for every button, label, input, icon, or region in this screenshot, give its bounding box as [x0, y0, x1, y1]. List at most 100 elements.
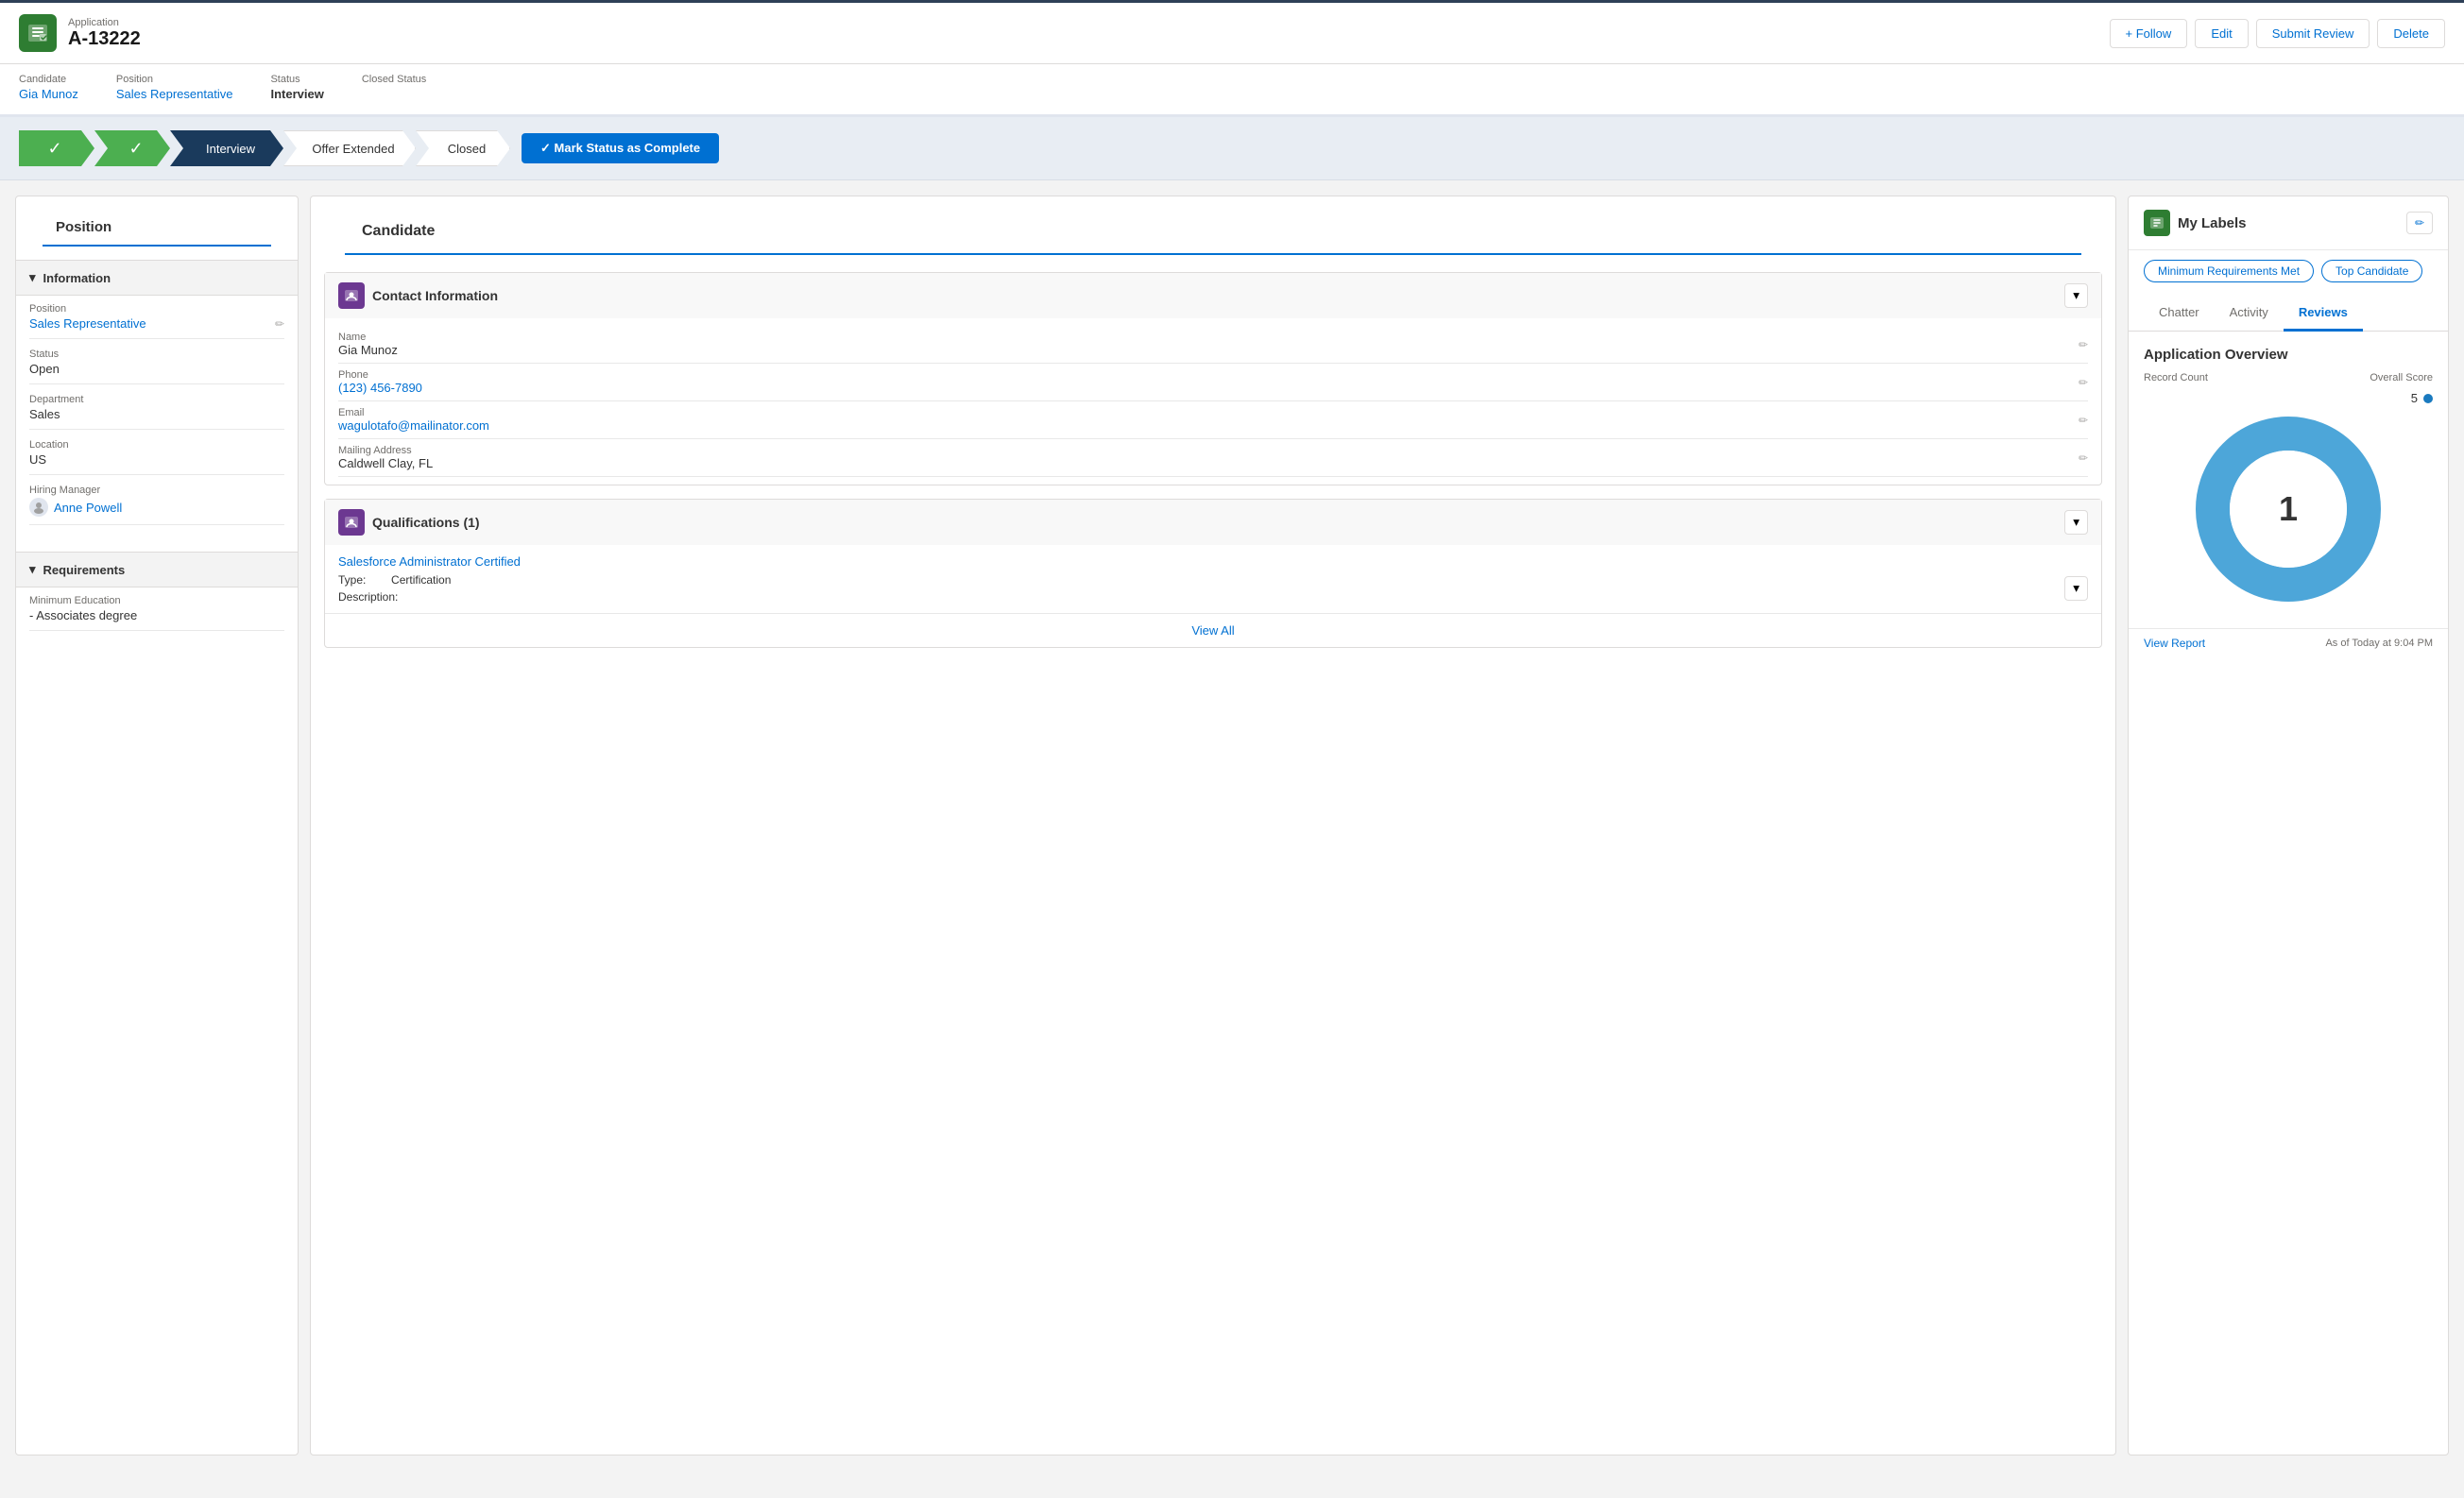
- requirements-collapsible[interactable]: ▾ Requirements: [16, 552, 298, 587]
- edit-phone-icon[interactable]: ✏: [2079, 376, 2088, 389]
- min-edu-label: Minimum Education: [29, 595, 284, 606]
- breadcrumb-closed-status: Closed Status: [362, 74, 426, 101]
- tabs-bar: Chatter Activity Reviews: [2129, 296, 2448, 332]
- stage-2-shape: ✓: [94, 130, 170, 166]
- position-panel-title-wrap: Position: [16, 196, 298, 250]
- labels-edit-btn[interactable]: ✏: [2406, 212, 2433, 234]
- breadcrumb-bar: Candidate Gia Munoz Position Sales Repre…: [0, 64, 2464, 117]
- email-value[interactable]: wagulotafo@mailinator.com: [338, 418, 489, 433]
- position-panel-title: Position: [43, 210, 271, 247]
- qual-link[interactable]: Salesforce Administrator Certified: [338, 554, 521, 569]
- delete-button[interactable]: Delete: [2377, 19, 2445, 48]
- stage-interview[interactable]: Interview: [170, 130, 283, 166]
- position-fields: Position Sales Representative ✏ Status O…: [16, 296, 298, 542]
- my-labels-label: My Labels: [2178, 215, 2247, 231]
- breadcrumb-candidate: Candidate Gia Munoz: [19, 74, 78, 101]
- requirements-fields: Minimum Education - Associates degree: [16, 587, 298, 648]
- qual-dropdown-btn[interactable]: ▾: [2064, 510, 2088, 535]
- labels-icon: [2144, 210, 2170, 236]
- main-content: Position ▾ Information Position Sales Re…: [0, 180, 2464, 1471]
- follow-button[interactable]: + Follow: [2110, 19, 2188, 48]
- donut-chart: 1: [2144, 415, 2433, 604]
- stage-2[interactable]: ✓: [94, 130, 170, 166]
- view-report-link[interactable]: View Report: [2144, 637, 2205, 650]
- candidate-label: Candidate: [19, 74, 78, 85]
- contact-field-address: Mailing Address Caldwell Clay, FL ✏: [338, 439, 2088, 477]
- left-panel: Position ▾ Information Position Sales Re…: [15, 196, 299, 1455]
- score-row: 5: [2144, 391, 2433, 405]
- field-hm-value: Anne Powell: [29, 498, 284, 517]
- contact-info-label: Contact Information: [372, 288, 498, 303]
- contact-field-email: Email wagulotafo@mailinator.com ✏: [338, 401, 2088, 439]
- edit-email-icon[interactable]: ✏: [2079, 414, 2088, 427]
- field-department: Department Sales: [29, 394, 284, 430]
- stage-offer[interactable]: Offer Extended: [283, 130, 416, 166]
- requirements-label: Requirements: [43, 563, 126, 577]
- name-content: Name Gia Munoz: [338, 332, 398, 357]
- mark-status-button[interactable]: ✓ Mark Status as Complete: [522, 133, 719, 163]
- app-icon: [19, 14, 57, 52]
- label-min-req[interactable]: Minimum Requirements Met: [2144, 260, 2314, 282]
- contact-icon: [338, 282, 365, 309]
- tab-reviews[interactable]: Reviews: [2284, 296, 2363, 332]
- overall-score-label: Overall Score: [2370, 372, 2433, 383]
- field-loc-value: US: [29, 452, 284, 467]
- hm-avatar: [29, 498, 48, 517]
- phone-label: Phone: [338, 369, 422, 381]
- field-status-value: Open: [29, 362, 284, 376]
- edit-position-icon[interactable]: ✏: [275, 317, 284, 331]
- stage-1[interactable]: ✓: [19, 130, 94, 166]
- name-value: Gia Munoz: [338, 343, 398, 357]
- hm-link[interactable]: Anne Powell: [54, 501, 122, 515]
- phone-value[interactable]: (123) 456-7890: [338, 381, 422, 395]
- score-dot-icon: [2423, 394, 2433, 403]
- stage-closed-shape: Closed: [416, 130, 510, 166]
- stage-interview-shape: Interview: [170, 130, 283, 166]
- field-position-label: Position: [29, 303, 284, 315]
- candidate-value[interactable]: Gia Munoz: [19, 87, 78, 101]
- donut-center-value: 1: [2279, 489, 2298, 529]
- field-min-edu: Minimum Education - Associates degree: [29, 595, 284, 631]
- information-collapsible[interactable]: ▾ Information: [16, 260, 298, 296]
- record-count-label: Record Count: [2144, 372, 2208, 383]
- app-label: Application: [68, 17, 141, 28]
- app-header-right: + Follow Edit Submit Review Delete: [2110, 19, 2445, 48]
- field-location: Location US: [29, 439, 284, 475]
- qual-type-label: Type: Certification: [338, 573, 451, 587]
- chevron-down-icon: ▾: [29, 270, 36, 285]
- overview-section: Application Overview Record Count Overal…: [2129, 332, 2448, 628]
- score-value: 5: [2411, 391, 2418, 405]
- stage-closed[interactable]: Closed: [416, 130, 510, 166]
- label-top-candidate[interactable]: Top Candidate: [2321, 260, 2422, 282]
- field-dept-label: Department: [29, 394, 284, 405]
- contact-info-title: Contact Information: [338, 282, 498, 309]
- view-all-bar[interactable]: View All: [325, 613, 2101, 647]
- closed-status-label: Closed Status: [362, 74, 426, 85]
- position-link[interactable]: Sales Representative: [29, 316, 146, 331]
- app-title-block: Application A-13222: [68, 17, 141, 50]
- status-label: Status: [270, 74, 323, 85]
- status-value: Interview: [270, 87, 323, 101]
- labels-header: My Labels ✏: [2129, 196, 2448, 250]
- stage-offer-shape: Offer Extended: [283, 130, 416, 166]
- qual-icon: [338, 509, 365, 536]
- tab-chatter[interactable]: Chatter: [2144, 296, 2215, 332]
- chevron-down-icon-req: ▾: [29, 562, 36, 577]
- contact-field-name: Name Gia Munoz ✏: [338, 326, 2088, 364]
- qual-meta-wrap: Type: Certification Description: ▾: [338, 572, 2088, 604]
- qual-item-dropdown-btn[interactable]: ▾: [2064, 576, 2088, 601]
- contact-fields: Name Gia Munoz ✏ Phone (123) 456-7890 ✏ …: [325, 318, 2101, 485]
- edit-button[interactable]: Edit: [2195, 19, 2248, 48]
- app-header: Application A-13222 + Follow Edit Submit…: [0, 0, 2464, 64]
- breadcrumb-status: Status Interview: [270, 74, 323, 101]
- app-id: A-13222: [68, 28, 141, 50]
- position-value[interactable]: Sales Representative: [116, 87, 233, 101]
- contact-dropdown-btn[interactable]: ▾: [2064, 283, 2088, 308]
- edit-name-icon[interactable]: ✏: [2079, 338, 2088, 351]
- submit-review-button[interactable]: Submit Review: [2256, 19, 2370, 48]
- field-position: Position Sales Representative ✏: [29, 303, 284, 339]
- qualifications-section: Qualifications (1) ▾ Salesforce Administ…: [324, 499, 2102, 648]
- tab-activity[interactable]: Activity: [2215, 296, 2284, 332]
- edit-address-icon[interactable]: ✏: [2079, 451, 2088, 465]
- qual-meta-left: Type: Certification Description:: [338, 572, 451, 604]
